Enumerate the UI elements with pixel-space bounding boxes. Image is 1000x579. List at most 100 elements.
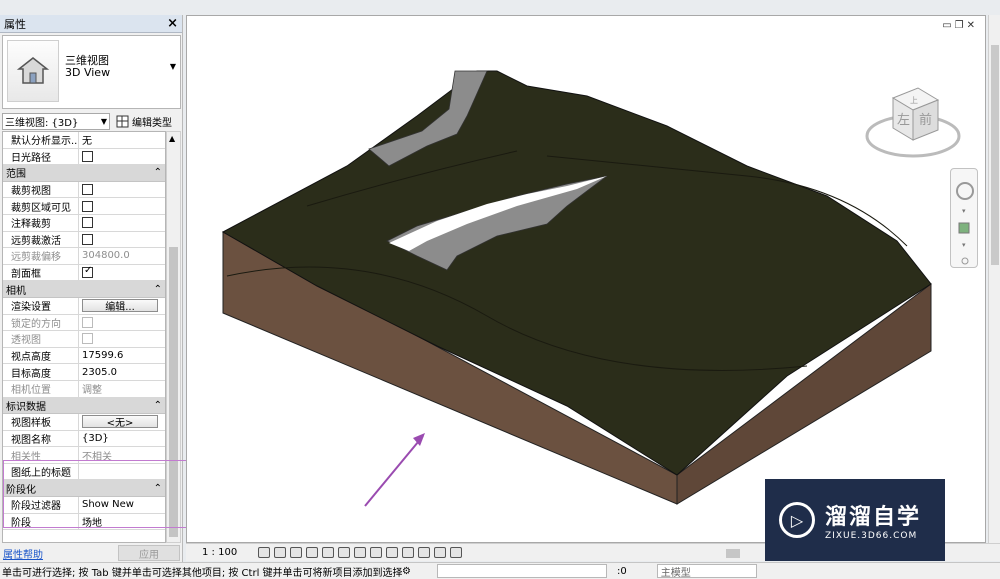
- hide-isolate-icon[interactable]: [386, 547, 398, 558]
- property-value[interactable]: 无: [82, 132, 92, 147]
- detail-level-icon[interactable]: [258, 547, 270, 558]
- workset-icon: ⚙: [402, 565, 411, 577]
- property-group[interactable]: 范围 ⌃: [3, 165, 165, 182]
- property-name: 注释裁剪: [3, 214, 79, 231]
- property-checkbox[interactable]: [82, 200, 93, 212]
- property-value: 304800.0: [82, 250, 130, 262]
- type-selector[interactable]: 三维视图 3D View ▼: [2, 35, 181, 109]
- property-row: 默认分析显示... 无: [3, 132, 165, 149]
- constraints-icon[interactable]: [450, 547, 462, 558]
- property-name: 默认分析显示...: [3, 132, 79, 148]
- steering-wheel-icon[interactable]: [956, 182, 974, 200]
- viewport-vertical-scrollbar[interactable]: [988, 15, 1000, 543]
- workset-select[interactable]: [436, 564, 607, 578]
- shadows-icon[interactable]: [306, 547, 318, 558]
- property-value: 调整: [82, 385, 102, 397]
- property-row: 注释裁剪: [3, 214, 165, 232]
- property-checkbox[interactable]: [82, 217, 93, 229]
- crop-region-icon[interactable]: [354, 547, 366, 558]
- property-value[interactable]: 17599.6: [82, 350, 123, 361]
- property-button[interactable]: 编辑...: [82, 299, 158, 313]
- property-checkbox[interactable]: [82, 184, 93, 196]
- property-value[interactable]: {3D}: [82, 433, 109, 444]
- annotation-arrow: [364, 435, 424, 507]
- zoom-icon[interactable]: [958, 222, 970, 234]
- minimize-icon[interactable]: ▭: [942, 20, 951, 31]
- property-row: 透视图: [3, 331, 165, 348]
- svg-text:▾: ▾: [962, 207, 966, 215]
- viewcube-front[interactable]: 前: [919, 112, 932, 128]
- collapse-icon[interactable]: ⌃: [154, 400, 162, 411]
- property-row: 远剪裁偏移 304800.0: [3, 248, 165, 265]
- property-name: 视图名称: [3, 430, 79, 447]
- edit-type-button[interactable]: 编辑类型: [116, 114, 172, 129]
- scrollbar-thumb[interactable]: [726, 549, 740, 558]
- viewcube-left[interactable]: 左: [897, 113, 910, 128]
- close-icon[interactable]: ×: [167, 16, 178, 31]
- property-name: 远剪裁偏移: [3, 248, 79, 264]
- property-row: 裁剪区域可见: [3, 198, 165, 215]
- crop-view-icon[interactable]: [338, 547, 350, 558]
- properties-title: 属性: [4, 17, 26, 31]
- properties-help-link[interactable]: 属性帮助: [3, 546, 43, 561]
- close-icon[interactable]: ✕: [967, 20, 975, 31]
- status-message: 单击可进行选择; 按 Tab 键并单击可选择其他项目; 按 Ctrl 键并单击可…: [2, 567, 402, 579]
- property-name: 远剪裁激活: [3, 231, 79, 248]
- property-row: 相机位置 调整: [3, 380, 165, 398]
- type-name-en: 3D View: [65, 66, 111, 79]
- reveal-hidden-icon[interactable]: [402, 547, 414, 558]
- property-checkbox[interactable]: [82, 265, 93, 279]
- property-button[interactable]: <无>: [82, 415, 158, 429]
- collapse-icon[interactable]: ⌃: [154, 167, 162, 178]
- property-name: 相机位置: [3, 380, 79, 397]
- property-value[interactable]: 2305.0: [82, 367, 117, 378]
- chevron-down-icon: ▼: [100, 116, 107, 126]
- property-checkbox[interactable]: [82, 150, 93, 162]
- model-select[interactable]: 主模型: [656, 564, 757, 579]
- view-instance-value: 三维视图: {3D}: [5, 117, 79, 129]
- property-group[interactable]: 相机 ⌃: [3, 281, 165, 298]
- property-name: 视图样板: [3, 414, 79, 430]
- render-icon[interactable]: [322, 547, 334, 558]
- lock-view-icon[interactable]: [370, 547, 382, 558]
- house-icon: [7, 40, 59, 102]
- edit-type-label: 编辑类型: [132, 117, 172, 129]
- property-name: 锁定的方向: [3, 314, 79, 331]
- property-row: 裁剪视图: [3, 181, 165, 199]
- property-name: 剖面框: [3, 264, 79, 281]
- chevron-down-icon[interactable]: ▼: [170, 62, 176, 71]
- property-checkbox: [82, 333, 93, 345]
- property-row: 目标高度 2305.0: [3, 364, 165, 381]
- navigation-bar[interactable]: ▾ ▾: [950, 168, 978, 268]
- selection-count: :0: [616, 565, 627, 577]
- property-row: 渲染设置 编辑...: [3, 297, 165, 315]
- chevron-up-icon[interactable]: ▲: [169, 134, 175, 143]
- property-row: 远剪裁激活: [3, 231, 165, 249]
- view-scale[interactable]: 1 : 100: [186, 547, 256, 558]
- watermark: ▷ 溜溜自学 ZIXUE.3D66.COM: [765, 479, 945, 561]
- phasing-highlight-box: [3, 460, 209, 528]
- svg-text:▾: ▾: [962, 241, 966, 249]
- temp-properties-icon[interactable]: [418, 547, 430, 558]
- view-instance-select[interactable]: 三维视图: {3D} ▼: [2, 112, 110, 130]
- view-instance-row: 三维视图: {3D} ▼ 编辑类型: [2, 112, 181, 130]
- property-name: 裁剪区域可见: [3, 198, 79, 214]
- annotation-arrowhead: [413, 433, 425, 446]
- property-group[interactable]: 标识数据 ⌃: [3, 397, 165, 415]
- analysis-display-icon[interactable]: [434, 547, 446, 558]
- restore-icon[interactable]: ❐: [955, 20, 964, 31]
- collapse-icon[interactable]: ⌃: [154, 284, 162, 295]
- sun-path-icon[interactable]: [290, 547, 302, 558]
- property-row: 视图样板 <无>: [3, 414, 165, 431]
- play-logo-icon: ▷: [779, 502, 815, 538]
- viewcube-top[interactable]: 上: [910, 96, 918, 105]
- visual-style-icon[interactable]: [274, 547, 286, 558]
- scrollbar-thumb[interactable]: [991, 45, 999, 265]
- property-checkbox[interactable]: [82, 233, 93, 245]
- viewcube[interactable]: 左 前 上: [863, 78, 963, 171]
- 3d-viewport[interactable]: ▭ ❐ ✕ 左 前 上 ▾ ▾: [186, 15, 986, 543]
- property-name: 裁剪视图: [3, 181, 79, 198]
- apply-button[interactable]: 应用: [118, 545, 180, 561]
- property-name: 透视图: [3, 331, 79, 347]
- edit-type-icon: [116, 115, 129, 127]
